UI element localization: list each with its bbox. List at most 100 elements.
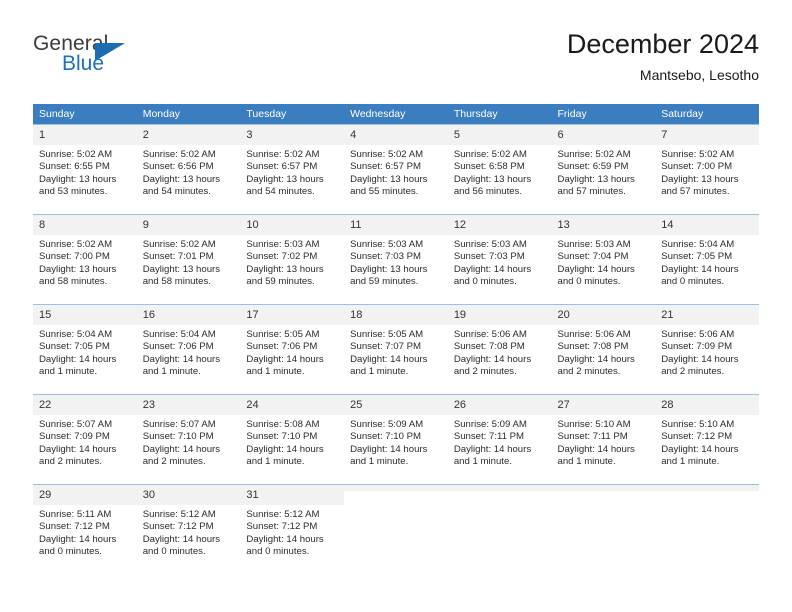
calendar-day-cell[interactable]: 6 Sunrise: 5:02 AM Sunset: 6:59 PM Daylight… — [551, 124, 656, 215]
calendar-day-cell[interactable]: 7 Sunrise: 5:02 AM Sunset: 7:00 PM Daylight… — [655, 124, 759, 215]
general-blue-logo[interactable]: General Blue — [33, 32, 233, 88]
calendar-day-cell[interactable]: 12 Sunrise: 5:03 AM Sunset: 7:03 PM Dayligh… — [447, 214, 552, 305]
day-detail-sunset: Sunset: 6:56 PM — [142, 161, 214, 173]
calendar-day-cell[interactable]: 26 Sunrise: 5:09 AM Sunset: 7:11 PM Dayligh… — [447, 394, 552, 485]
day-detail-sunset: Sunset: 6:57 PM — [246, 161, 318, 173]
calendar-day-cell[interactable]: 23 Sunrise: 5:07 AM Sunset: 7:10 PM Dayligh… — [136, 394, 241, 485]
day-detail-sunrise: Sunrise: 5:02 AM — [39, 239, 113, 250]
day-detail-sunset: Sunset: 7:09 PM — [661, 341, 733, 353]
day-detail-sunrise: Sunrise: 5:04 AM — [142, 329, 216, 340]
day-detail-sunrise: Sunrise: 5:09 AM — [350, 419, 424, 430]
day-number — [447, 485, 552, 491]
logo-text-blue: Blue — [62, 52, 105, 75]
calendar-day-cell[interactable]: 22 Sunrise: 5:07 AM Sunset: 7:09 PM Dayligh… — [33, 394, 137, 485]
day-details: Sunrise: 5:06 AM Sunset: 7:08 PM Daylight:… — [552, 325, 656, 379]
calendar-day-cell[interactable]: 20 Sunrise: 5:06 AM Sunset: 7:08 PM Dayligh… — [551, 304, 656, 395]
calendar-day-cell[interactable]: 13 Sunrise: 5:03 AM Sunset: 7:04 PM Dayligh… — [551, 214, 656, 305]
calendar-day-cell[interactable]: 31 Sunrise: 5:12 AM Sunset: 7:12 PM Dayligh… — [240, 484, 345, 574]
calendar-day-cell[interactable]: 19 Sunrise: 5:06 AM Sunset: 7:08 PM Dayligh… — [447, 304, 552, 395]
calendar-day-cell[interactable]: 4 Sunrise: 5:02 AM Sunset: 6:57 PM Daylight… — [344, 124, 448, 215]
calendar-day-cell[interactable]: 30 Sunrise: 5:12 AM Sunset: 7:12 PM Dayligh… — [136, 484, 241, 574]
day-detail-daylight1: Daylight: 13 hours — [246, 173, 324, 185]
calendar-day-cell[interactable]: 28 Sunrise: 5:10 AM Sunset: 7:12 PM Dayligh… — [655, 394, 759, 485]
calendar-day-cell[interactable]: 1 Sunrise: 5:02 AM Sunset: 6:55 PM Daylight… — [33, 124, 137, 215]
weekday-header-tuesday: Tuesday — [240, 104, 345, 125]
day-number: 2 — [136, 125, 241, 145]
day-detail-daylight2: and 0 minutes. — [661, 276, 725, 288]
calendar-day-cell[interactable]: 29 Sunrise: 5:11 AM Sunset: 7:12 PM Dayligh… — [33, 484, 137, 574]
day-number: 27 — [551, 395, 656, 415]
day-detail-sunset: Sunset: 7:06 PM — [142, 341, 214, 353]
day-detail-daylight1: Daylight: 13 hours — [142, 263, 221, 275]
day-details: Sunrise: 5:08 AM Sunset: 7:10 PM Daylight:… — [240, 415, 344, 469]
day-number: 14 — [655, 215, 759, 235]
day-detail-sunrise: Sunrise: 5:06 AM — [661, 329, 735, 340]
day-number: 17 — [240, 305, 345, 325]
calendar-day-cell[interactable]: 3 Sunrise: 5:02 AM Sunset: 6:57 PM Daylight… — [240, 124, 345, 215]
day-detail-sunrise: Sunrise: 5:06 AM — [453, 329, 527, 340]
calendar-day-cell[interactable]: 24 Sunrise: 5:08 AM Sunset: 7:10 PM Dayligh… — [240, 394, 345, 485]
day-detail-daylight2: and 1 minute. — [453, 456, 512, 468]
day-detail-sunset: Sunset: 7:00 PM — [39, 251, 110, 263]
calendar-day-cell[interactable]: 2 Sunrise: 5:02 AM Sunset: 6:56 PM Daylight… — [136, 124, 241, 215]
day-detail-sunrise: Sunrise: 5:03 AM — [453, 239, 527, 250]
day-detail-daylight2: and 1 minute. — [661, 456, 720, 468]
day-detail-daylight1: Daylight: 14 hours — [39, 533, 117, 545]
day-detail-sunrise: Sunrise: 5:11 AM — [39, 509, 112, 520]
day-number: 28 — [655, 395, 759, 415]
calendar-day-cell[interactable]: 15 Sunrise: 5:04 AM Sunset: 7:05 PM Dayligh… — [33, 304, 137, 395]
calendar-day-cell[interactable]: 5 Sunrise: 5:02 AM Sunset: 6:58 PM Daylight… — [447, 124, 552, 215]
day-detail-daylight2: and 0 minutes. — [557, 276, 621, 288]
day-details: Sunrise: 5:07 AM Sunset: 7:10 PM Daylight:… — [137, 415, 241, 469]
day-detail-daylight1: Daylight: 14 hours — [453, 353, 532, 365]
day-number: 13 — [551, 215, 656, 235]
calendar-day-cell[interactable]: 18 Sunrise: 5:05 AM Sunset: 7:07 PM Dayligh… — [344, 304, 448, 395]
calendar-day-cell[interactable]: 8 Sunrise: 5:02 AM Sunset: 7:00 PM Daylight… — [33, 214, 137, 305]
day-detail-daylight1: Daylight: 13 hours — [39, 173, 117, 185]
day-detail-sunset: Sunset: 7:05 PM — [39, 341, 110, 353]
day-detail-sunset: Sunset: 6:57 PM — [350, 161, 422, 173]
weekday-header-monday: Monday — [136, 104, 241, 125]
day-detail-daylight2: and 1 minute. — [246, 366, 305, 378]
day-details: Sunrise: 5:02 AM Sunset: 6:56 PM Daylight:… — [137, 145, 241, 199]
calendar-day-cell[interactable]: 27 Sunrise: 5:10 AM Sunset: 7:11 PM Dayligh… — [551, 394, 656, 485]
day-number: 30 — [136, 485, 241, 505]
day-detail-daylight1: Daylight: 14 hours — [350, 353, 428, 365]
calendar-day-cell[interactable]: 14 Sunrise: 5:04 AM Sunset: 7:05 PM Dayligh… — [655, 214, 759, 305]
calendar-day-cell[interactable]: 16 Sunrise: 5:04 AM Sunset: 7:06 PM Dayligh… — [136, 304, 241, 395]
weekday-header-saturday: Saturday — [655, 104, 759, 125]
calendar-day-cell-empty — [551, 484, 656, 574]
day-detail-sunrise: Sunrise: 5:07 AM — [39, 419, 113, 430]
day-detail-sunrise: Sunrise: 5:08 AM — [246, 419, 320, 430]
day-detail-daylight1: Daylight: 13 hours — [246, 263, 324, 275]
day-details: Sunrise: 5:04 AM Sunset: 7:06 PM Daylight:… — [137, 325, 241, 379]
day-detail-daylight1: Daylight: 13 hours — [350, 173, 428, 185]
day-detail-daylight2: and 54 minutes. — [246, 186, 315, 198]
day-details: Sunrise: 5:10 AM Sunset: 7:11 PM Daylight:… — [552, 415, 656, 469]
day-detail-daylight2: and 1 minute. — [246, 456, 305, 468]
calendar-day-cell[interactable]: 25 Sunrise: 5:09 AM Sunset: 7:10 PM Dayligh… — [344, 394, 448, 485]
day-detail-daylight1: Daylight: 13 hours — [39, 263, 117, 275]
day-detail-sunset: Sunset: 7:08 PM — [557, 341, 629, 353]
day-detail-sunrise: Sunrise: 5:09 AM — [453, 419, 527, 430]
day-number: 20 — [551, 305, 656, 325]
calendar-day-cell[interactable]: 11 Sunrise: 5:03 AM Sunset: 7:03 PM Dayligh… — [344, 214, 448, 305]
day-details: Sunrise: 5:12 AM Sunset: 7:12 PM Daylight:… — [240, 505, 344, 559]
calendar-day-cell[interactable]: 21 Sunrise: 5:06 AM Sunset: 7:09 PM Dayligh… — [655, 304, 759, 395]
day-detail-sunset: Sunset: 7:06 PM — [246, 341, 318, 353]
day-number: 3 — [240, 125, 345, 145]
calendar-day-cell[interactable]: 10 Sunrise: 5:03 AM Sunset: 7:02 PM Dayligh… — [240, 214, 345, 305]
calendar-grid: Sunday Monday Tuesday Wednesday Thursday… — [33, 104, 759, 574]
calendar-day-cell[interactable]: 9 Sunrise: 5:02 AM Sunset: 7:01 PM Daylight… — [136, 214, 241, 305]
calendar-day-cell[interactable]: 17 Sunrise: 5:05 AM Sunset: 7:06 PM Dayligh… — [240, 304, 345, 395]
day-detail-daylight2: and 2 minutes. — [661, 366, 725, 378]
day-details: Sunrise: 5:02 AM Sunset: 7:00 PM Daylight:… — [33, 235, 137, 289]
day-detail-daylight1: Daylight: 13 hours — [557, 173, 635, 185]
day-detail-sunrise: Sunrise: 5:05 AM — [246, 329, 320, 340]
day-detail-daylight1: Daylight: 14 hours — [350, 443, 428, 455]
weekday-header-thursday: Thursday — [447, 104, 552, 125]
day-number: 25 — [344, 395, 448, 415]
day-detail-sunrise: Sunrise: 5:02 AM — [661, 149, 735, 160]
day-detail-daylight1: Daylight: 14 hours — [661, 443, 739, 455]
day-detail-daylight2: and 59 minutes. — [246, 276, 315, 288]
